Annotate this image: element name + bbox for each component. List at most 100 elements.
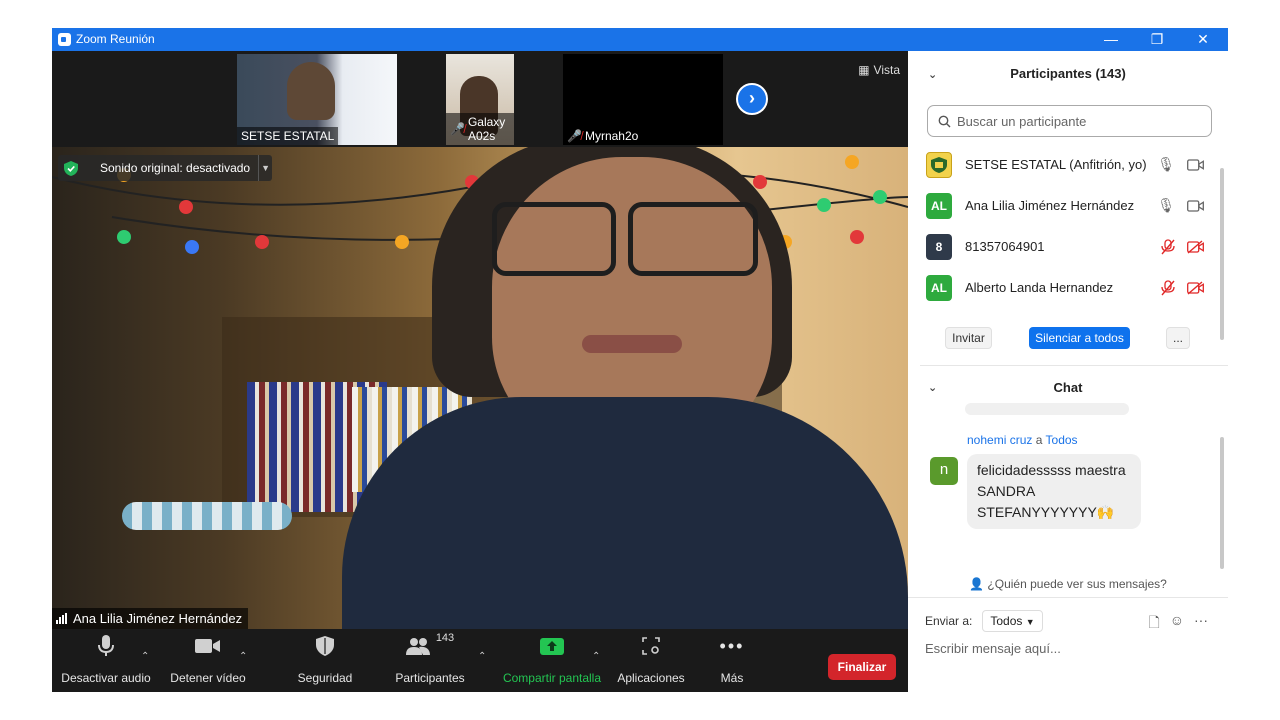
video-area: SETSE ESTATAL 🎤̸ Galaxy A02s 🎤̸ Myrnah2o… — [52, 51, 908, 692]
window-title: Zoom Reunión — [76, 32, 155, 46]
chat-tools: 🗋 ☺ ··· — [1148, 612, 1208, 636]
chat-title: Chat — [1053, 380, 1083, 395]
participant-name: Alberto Landa Hernandez — [965, 280, 1114, 295]
side-panel: ⌄ Participantes (143) Buscar un particip… — [908, 51, 1228, 692]
participant-row[interactable]: SETSE ESTATAL (Anfitrión, yo) 🎙 — [908, 144, 1220, 185]
minimize-icon[interactable]: — — [1088, 28, 1134, 51]
security-label: Seguridad — [297, 671, 353, 685]
mute-all-button[interactable]: Silenciar a todos — [1029, 327, 1130, 349]
send-to-value: Todos — [990, 614, 1023, 628]
who-can-see-link[interactable]: 👤 ¿Quién puede ver sus mensajes? — [908, 577, 1228, 591]
mic-muted-icon: 🎤̸ — [567, 129, 582, 143]
stop-video-button[interactable]: Detener vídeo — [166, 629, 250, 692]
thumbnail-setse[interactable]: SETSE ESTATAL — [237, 54, 397, 145]
participants-icon: 143 — [388, 629, 472, 663]
thumbnail-name: Myrnah2o — [584, 129, 639, 143]
participant-name: Ana Lilia Jiménez Hernández — [965, 198, 1135, 213]
participant-row[interactable]: AL Alberto Landa Hernandez — [908, 267, 1220, 308]
video-off-icon[interactable] — [1187, 239, 1204, 254]
participants-button[interactable]: 143 Participantes — [388, 629, 472, 692]
mic-muted-icon: 🎤̸ — [450, 122, 465, 136]
title-bar: Zoom Reunión — ❐ ✕ — [52, 28, 1228, 51]
participant-avatar: 8 — [926, 233, 952, 260]
sound-status-text: Sonido original: desactivado — [100, 161, 251, 175]
more-options-icon[interactable]: ··· — [1194, 612, 1208, 636]
message-recipient: Todos — [1045, 433, 1078, 447]
message-sender-line: nohemi cruz a Todos — [967, 433, 1078, 447]
view-button[interactable]: ▦ Vista — [858, 63, 900, 77]
restore-icon[interactable]: ❐ — [1134, 28, 1180, 51]
more-button[interactable]: ••• Más — [712, 629, 752, 692]
next-page-arrow-icon[interactable]: › — [736, 83, 768, 115]
shield-check-icon — [58, 155, 84, 181]
share-options-caret-icon[interactable]: ⌃ — [592, 651, 600, 662]
message-bubble: felicidadesssss maestra SANDRA STEFANYYY… — [967, 454, 1141, 529]
view-label: Vista — [873, 63, 900, 77]
video-off-icon[interactable] — [1187, 280, 1204, 295]
thumbnail-name: SETSE ESTATAL — [241, 129, 335, 143]
mic-muted-icon[interactable] — [1161, 279, 1175, 296]
chat-divider — [908, 597, 1228, 598]
video-camera-icon[interactable] — [1187, 199, 1204, 212]
participants-scrollbar[interactable] — [1220, 168, 1224, 340]
participant-name: 81357064901 — [965, 239, 1045, 254]
apps-button[interactable]: Aplicaciones — [614, 629, 688, 692]
sender-avatar: n — [930, 457, 958, 485]
end-meeting-button[interactable]: Finalizar — [828, 654, 896, 680]
mic-muted-icon[interactable] — [1161, 238, 1175, 255]
video-camera-icon[interactable] — [1187, 158, 1204, 171]
zoom-window: Zoom Reunión — ❐ ✕ SETSE ESTATAL 🎤̸ Gala… — [52, 28, 1228, 692]
host-logo-avatar — [926, 151, 952, 178]
participants-title: Participantes (143) — [1010, 66, 1126, 81]
participant-search-input[interactable]: Buscar un participante — [927, 105, 1212, 137]
grid-icon: ▦ — [858, 63, 870, 77]
previous-message-bubble — [965, 403, 1129, 415]
audio-options-caret-icon[interactable]: ⌃ — [141, 651, 149, 662]
security-button[interactable]: Seguridad — [290, 629, 360, 692]
microphone-icon — [60, 629, 152, 663]
participant-actions: Invitar Silenciar a todos ... — [908, 327, 1228, 351]
thumbnail-label: 🎤̸ Galaxy A02s — [446, 113, 514, 145]
video-options-caret-icon[interactable]: ⌃ — [239, 651, 247, 662]
participants-more-button[interactable]: ... — [1166, 327, 1190, 349]
active-speaker-label: Ana Lilia Jiménez Hernández — [52, 608, 249, 629]
thumbnail-label: 🎤̸ Myrnah2o — [563, 127, 642, 145]
chevron-down-icon: ▼ — [1025, 617, 1035, 627]
more-label: Más — [720, 671, 744, 685]
share-screen-button[interactable]: Compartir pantalla — [500, 629, 604, 692]
share-screen-icon — [500, 629, 604, 663]
chat-scrollbar[interactable] — [1220, 437, 1224, 569]
meeting-toolbar: Desactivar audio ⌃ Detener vídeo ⌃ Segur… — [52, 629, 908, 692]
person-lock-icon: 👤 — [969, 577, 985, 591]
thumbnail-name: Galaxy A02s — [467, 115, 506, 143]
close-icon[interactable]: ✕ — [1180, 28, 1226, 51]
video-camera-icon — [166, 629, 250, 663]
invite-button[interactable]: Invitar — [945, 327, 992, 349]
participant-row[interactable]: AL Ana Lilia Jiménez Hernández 🎙 — [908, 185, 1220, 226]
zoom-app-icon — [58, 33, 71, 46]
chat-message-input[interactable]: Escribir mensaje aquí... — [925, 641, 1061, 656]
microphone-icon[interactable]: 🎙 — [1157, 197, 1175, 214]
microphone-icon[interactable]: 🎙 — [1157, 156, 1175, 173]
original-sound-toggle[interactable]: Sonido original: desactivado ▼ — [58, 155, 273, 181]
send-to-select[interactable]: Todos ▼ — [982, 610, 1043, 632]
chat-messages: nohemi cruz a Todos n felicidadesssss ma… — [908, 403, 1228, 541]
participant-avatar: AL — [926, 274, 952, 301]
apps-icon — [614, 629, 688, 663]
caret-down-icon[interactable]: ▼ — [258, 155, 272, 181]
file-icon[interactable]: 🗋 — [1148, 612, 1159, 636]
participant-row[interactable]: 8 81357064901 — [908, 226, 1220, 267]
participants-options-caret-icon[interactable]: ⌃ — [478, 651, 486, 662]
thumbnail-myrnah[interactable]: 🎤̸ Myrnah2o — [563, 54, 723, 145]
message-sender[interactable]: nohemi cruz — [967, 433, 1032, 447]
emoji-icon[interactable]: ☺ — [1170, 612, 1184, 636]
thumbnail-galaxy[interactable]: 🎤̸ Galaxy A02s — [446, 54, 514, 145]
panel-divider — [920, 365, 1228, 366]
mute-audio-button[interactable]: Desactivar audio — [60, 629, 152, 692]
apps-label: Aplicaciones — [617, 671, 685, 685]
participants-label: Participantes — [395, 671, 465, 685]
chat-header: ⌄ Chat — [908, 367, 1228, 407]
send-to-row: Enviar a: Todos ▼ — [925, 610, 1043, 632]
message-to-word: a — [1035, 433, 1043, 447]
participant-avatar: AL — [926, 192, 952, 219]
